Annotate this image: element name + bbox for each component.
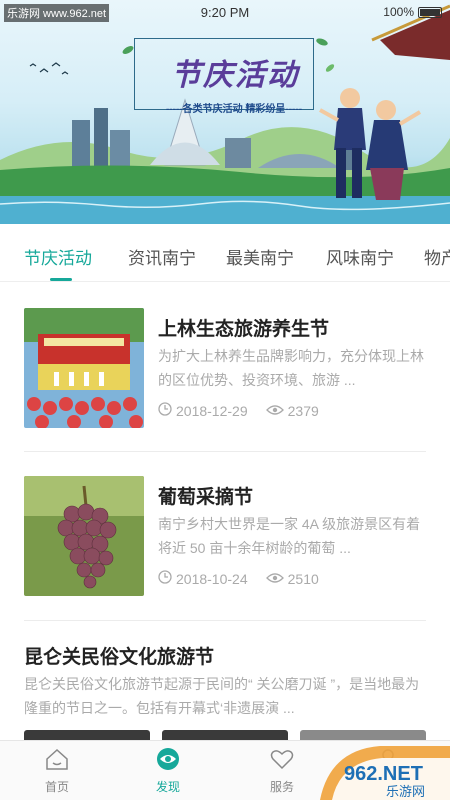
battery-percent: 100%	[383, 5, 414, 19]
svg-text:乐游网: 乐游网	[386, 785, 425, 800]
article-description: 为扩大上林养生品牌影响力，充分体现上林的区位优势、投资环境、旅游 ...	[158, 348, 424, 388]
eye-icon	[265, 403, 284, 419]
festival-stage-image	[24, 308, 144, 428]
home-icon	[46, 748, 68, 770]
nav-home-label: 首页	[44, 780, 69, 794]
bottom-navigation: 首页 发现 服务 962.NET 乐游网	[0, 740, 450, 800]
status-bar: 乐游网 www.962.net 9:20 PM 100%	[0, 0, 450, 24]
nav-service-label: 服务	[269, 780, 294, 794]
article-meta: 2018-10-24 2510	[158, 570, 319, 587]
category-tabs: 节庆活动 资讯南宁 最美南宁 风味南宁 物产	[0, 224, 450, 282]
battery-icon	[418, 7, 442, 18]
clock-icon	[158, 402, 172, 419]
article-views: 2379	[287, 402, 319, 419]
962-watermark-logo: 962.NET 乐游网	[320, 746, 450, 800]
nav-service[interactable]: 服务	[252, 747, 312, 795]
divider	[24, 451, 426, 452]
nav-discover[interactable]: 发现	[138, 747, 198, 795]
eye-icon	[265, 571, 284, 587]
article-date: 2018-10-24	[176, 570, 248, 587]
article-meta: 2018-12-29 2379	[158, 402, 319, 419]
tab-food[interactable]: 风味南宁	[326, 244, 394, 269]
grape-image	[24, 476, 144, 596]
article-date: 2018-12-29	[176, 402, 248, 419]
article-thumbnail	[24, 308, 144, 428]
nav-home[interactable]: 首页	[27, 747, 87, 795]
tab-news[interactable]: 资讯南宁	[128, 244, 196, 269]
article-title: 上林生态旅游养生节	[158, 319, 330, 340]
svg-text:962.NET: 962.NET	[344, 763, 423, 785]
article-views: 2510	[287, 570, 319, 587]
article-thumbnail	[24, 476, 144, 596]
banner-subtitle: -----各类节庆活动 精彩纷呈-----	[165, 104, 303, 115]
featured-article-title[interactable]: 昆仑关民俗文化旅游节	[24, 642, 214, 669]
clock-icon	[158, 570, 172, 587]
nav-discover-label: 发现	[155, 780, 180, 794]
featured-article-description: 昆仑关民俗文化旅游节起源于民间的“ 关公磨刀诞 ”，是当地最为隆重的节日之一。包…	[24, 676, 420, 716]
festival-banner[interactable]: 乐游网 www.962.net 9:20 PM 100% 节庆活动 -----各…	[0, 0, 450, 224]
eye-icon	[157, 748, 179, 770]
banner-title: 节庆活动	[171, 58, 299, 93]
heart-icon	[270, 750, 294, 770]
article-description: 南宁乡村大世界是一家 4A 级旅游景区有着将近 50 亩十余年树龄的葡萄 ...	[158, 516, 421, 556]
active-tab-indicator	[50, 278, 72, 281]
article-title: 葡萄采摘节	[158, 487, 254, 508]
divider	[24, 620, 426, 621]
tab-products[interactable]: 物产	[424, 244, 450, 269]
tab-scenery[interactable]: 最美南宁	[226, 244, 294, 269]
tab-festival[interactable]: 节庆活动	[24, 244, 92, 269]
